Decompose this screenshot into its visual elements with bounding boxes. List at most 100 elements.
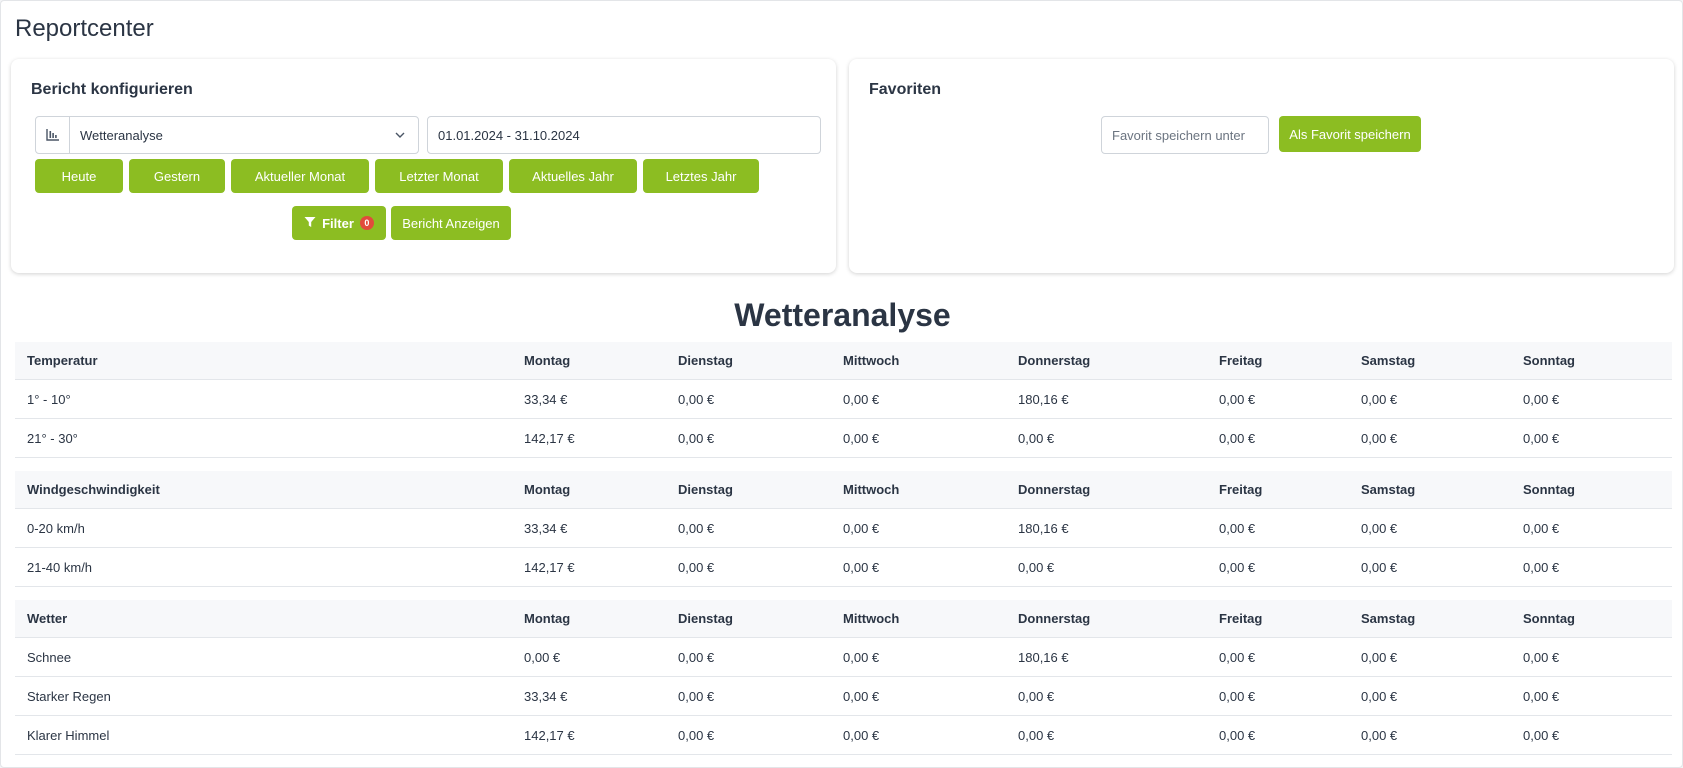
save-favorite-button[interactable]: Als Favorit speichern	[1279, 116, 1421, 152]
table-cell: 0,00 €	[1219, 430, 1256, 446]
column-header: Dienstag	[678, 482, 733, 497]
column-header: Dienstag	[678, 611, 733, 626]
table-row: 21-40 km/h 142,17 € 0,00 € 0,00 € 0,00 €…	[15, 548, 1672, 587]
page-frame: Reportcenter Bericht konfigurieren Wette…	[0, 0, 1683, 768]
column-header: Donnerstag	[1018, 611, 1091, 626]
table-cell: 0,00 €	[1361, 559, 1398, 575]
row-label: 21° - 30°	[27, 430, 78, 446]
report-title: Wetteranalyse	[734, 297, 951, 333]
table-cell: 0,00 €	[678, 391, 715, 407]
table-cell: 0,00 €	[678, 688, 715, 704]
table-cell: 0,00 €	[1219, 649, 1256, 665]
bar-chart-icon	[36, 117, 70, 153]
table-header-row: Windgeschwindigkeit Montag Dienstag Mitt…	[15, 471, 1672, 509]
table-cell: 0,00 €	[678, 727, 715, 743]
column-header: Samstag	[1361, 353, 1416, 368]
column-header: Sonntag	[1523, 353, 1575, 368]
table-cell: 0,00 €	[1361, 688, 1398, 704]
table-cell: 0,00 €	[843, 649, 880, 665]
table-cell: 0,00 €	[1361, 727, 1398, 743]
table-cell: 0,00 €	[1523, 688, 1560, 704]
table-cell: 0,00 €	[1219, 688, 1256, 704]
column-header: Mittwoch	[843, 353, 900, 368]
favorites-title: Favoriten	[869, 81, 942, 98]
table-header-row: Temperatur Montag Dienstag Mittwoch Donn…	[15, 342, 1672, 380]
section-heading: Wetter	[27, 611, 68, 626]
table-row: Klarer Himmel 142,17 € 0,00 € 0,00 € 0,0…	[15, 716, 1672, 755]
table-cell: 0,00 €	[843, 520, 880, 536]
table-cell: 0,00 €	[1219, 520, 1256, 536]
range-last-month-button[interactable]: Letzter Monat	[375, 159, 503, 193]
section-heading: Windgeschwindigkeit	[27, 482, 160, 497]
section-heading: Temperatur	[27, 353, 98, 368]
column-header: Donnerstag	[1018, 482, 1091, 497]
range-today-button[interactable]: Heute	[35, 159, 123, 193]
row-label: Klarer Himmel	[27, 727, 110, 743]
favorites-card: Favoriten Als Favorit speichern	[849, 59, 1674, 273]
show-report-button[interactable]: Bericht Anzeigen	[391, 206, 511, 240]
row-label: 21-40 km/h	[27, 559, 93, 575]
range-yesterday-button[interactable]: Gestern	[129, 159, 225, 193]
report-config-card: Bericht konfigurieren Wetteranalyse Heut…	[11, 59, 836, 273]
table-cell: 0,00 €	[1018, 727, 1055, 743]
range-last-year-button[interactable]: Letztes Jahr	[643, 159, 759, 193]
table-cell: 180,16 €	[1018, 520, 1069, 536]
filter-count-badge: 0	[359, 216, 374, 230]
column-header: Sonntag	[1523, 611, 1575, 626]
filter-icon	[304, 216, 316, 231]
filter-label: Filter	[322, 215, 354, 231]
table-row: Starker Regen 33,34 € 0,00 € 0,00 € 0,00…	[15, 677, 1672, 716]
table-cell: 0,00 €	[1018, 688, 1055, 704]
table-row: 21° - 30° 142,17 € 0,00 € 0,00 € 0,00 € …	[15, 419, 1672, 458]
table-cell: 33,34 €	[524, 520, 568, 536]
table-header-row: Wetter Montag Dienstag Mittwoch Donnerst…	[15, 600, 1672, 638]
range-current-month-button[interactable]: Aktueller Monat	[231, 159, 369, 193]
table-cell: 0,00 €	[678, 649, 715, 665]
table-cell: 0,00 €	[1361, 391, 1398, 407]
column-header: Samstag	[1361, 611, 1416, 626]
report-config-title: Bericht konfigurieren	[31, 81, 193, 98]
table-row: 1° - 10° 33,34 € 0,00 € 0,00 € 180,16 € …	[15, 380, 1672, 419]
chevron-down-icon	[394, 128, 406, 146]
table-cell: 142,17 €	[524, 727, 575, 743]
column-header: Freitag	[1219, 353, 1263, 368]
range-current-year-button[interactable]: Aktuelles Jahr	[509, 159, 637, 193]
column-header: Mittwoch	[843, 482, 900, 497]
column-header: Montag	[524, 482, 571, 497]
table-cell: 0,00 €	[843, 391, 880, 407]
column-header: Samstag	[1361, 482, 1416, 497]
table-cell: 0,00 €	[1219, 727, 1256, 743]
table-cell: 0,00 €	[1018, 430, 1055, 446]
date-range-input[interactable]	[427, 116, 821, 154]
table-cell: 0,00 €	[1361, 520, 1398, 536]
section-wetter: Wetter Montag Dienstag Mittwoch Donnerst…	[15, 600, 1672, 755]
table-cell: 0,00 €	[1018, 559, 1055, 575]
table-cell: 0,00 €	[1361, 430, 1398, 446]
table-cell: 142,17 €	[524, 559, 575, 575]
table-cell: 0,00 €	[678, 430, 715, 446]
table-cell: 0,00 €	[678, 559, 715, 575]
row-label: 1° - 10°	[27, 391, 71, 407]
table-cell: 0,00 €	[843, 430, 880, 446]
report-type-value: Wetteranalyse	[80, 128, 163, 143]
column-header: Freitag	[1219, 482, 1263, 497]
favorite-name-input[interactable]	[1101, 116, 1269, 154]
table-cell: 0,00 €	[843, 688, 880, 704]
table-cell: 0,00 €	[1523, 430, 1560, 446]
table-cell: 0,00 €	[1219, 559, 1256, 575]
column-header: Sonntag	[1523, 482, 1575, 497]
table-cell: 33,34 €	[524, 391, 568, 407]
table-row: 0-20 km/h 33,34 € 0,00 € 0,00 € 180,16 €…	[15, 509, 1672, 548]
table-cell: 0,00 €	[1361, 649, 1398, 665]
table-cell: 33,34 €	[524, 688, 568, 704]
section-temperatur: Temperatur Montag Dienstag Mittwoch Donn…	[15, 342, 1672, 458]
table-cell: 142,17 €	[524, 430, 575, 446]
table-cell: 0,00 €	[1523, 727, 1560, 743]
table-cell: 0,00 €	[1523, 559, 1560, 575]
report-type-select[interactable]: Wetteranalyse	[35, 116, 419, 154]
table-cell: 0,00 €	[843, 727, 880, 743]
row-label: Schnee	[27, 649, 72, 665]
filter-button[interactable]: Filter 0	[292, 206, 386, 240]
table-row: Schnee 0,00 € 0,00 € 0,00 € 180,16 € 0,0…	[15, 638, 1672, 677]
page-title: Reportcenter	[15, 15, 154, 42]
